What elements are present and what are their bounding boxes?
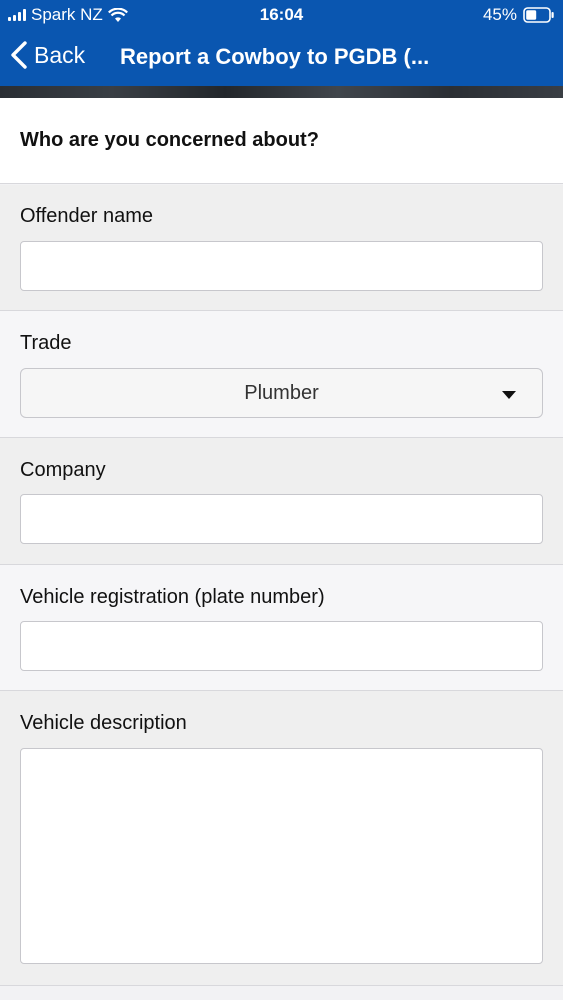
- battery-info: 45%: [483, 5, 555, 25]
- vehicle-description-label: Vehicle description: [20, 712, 187, 734]
- chevron-left-icon: [11, 41, 27, 69]
- clock: 16:04: [259, 5, 304, 24]
- trade-selected-value: Plumber: [244, 382, 319, 404]
- vehicle-registration-input[interactable]: [20, 621, 543, 671]
- vehicle-description-group: Vehicle description: [0, 691, 563, 986]
- section-heading: Who are you concerned about?: [20, 129, 319, 151]
- offender-name-group: Offender name: [0, 185, 563, 311]
- trade-label: Trade: [20, 332, 72, 354]
- vehicle-registration-label: Vehicle registration (plate number): [20, 586, 325, 608]
- offender-name-label: Offender name: [20, 205, 154, 227]
- back-label: Back: [34, 41, 86, 68]
- company-label: Company: [20, 459, 106, 481]
- navigation-bar: Back Report a Cowboy to PGDB (...: [0, 30, 563, 86]
- page-title: Report a Cowboy to PGDB (...: [120, 44, 430, 69]
- back-button[interactable]: Back: [10, 41, 85, 69]
- battery-percent: 45%: [482, 5, 517, 24]
- trade-group: Trade Plumber: [0, 311, 563, 438]
- battery-icon: [523, 7, 554, 23]
- trade-select[interactable]: Plumber: [20, 368, 543, 418]
- vehicle-description-textarea[interactable]: [20, 748, 543, 964]
- section-header: Who are you concerned about?: [0, 98, 563, 184]
- offender-name-input[interactable]: [20, 241, 543, 291]
- company-group: Company: [0, 438, 563, 565]
- caret-down-icon: [502, 391, 516, 399]
- vehicle-registration-group: Vehicle registration (plate number): [0, 565, 563, 691]
- header-image: [0, 86, 563, 98]
- company-input[interactable]: [20, 494, 543, 544]
- status-bar: Spark NZ 16:04 45%: [0, 0, 563, 30]
